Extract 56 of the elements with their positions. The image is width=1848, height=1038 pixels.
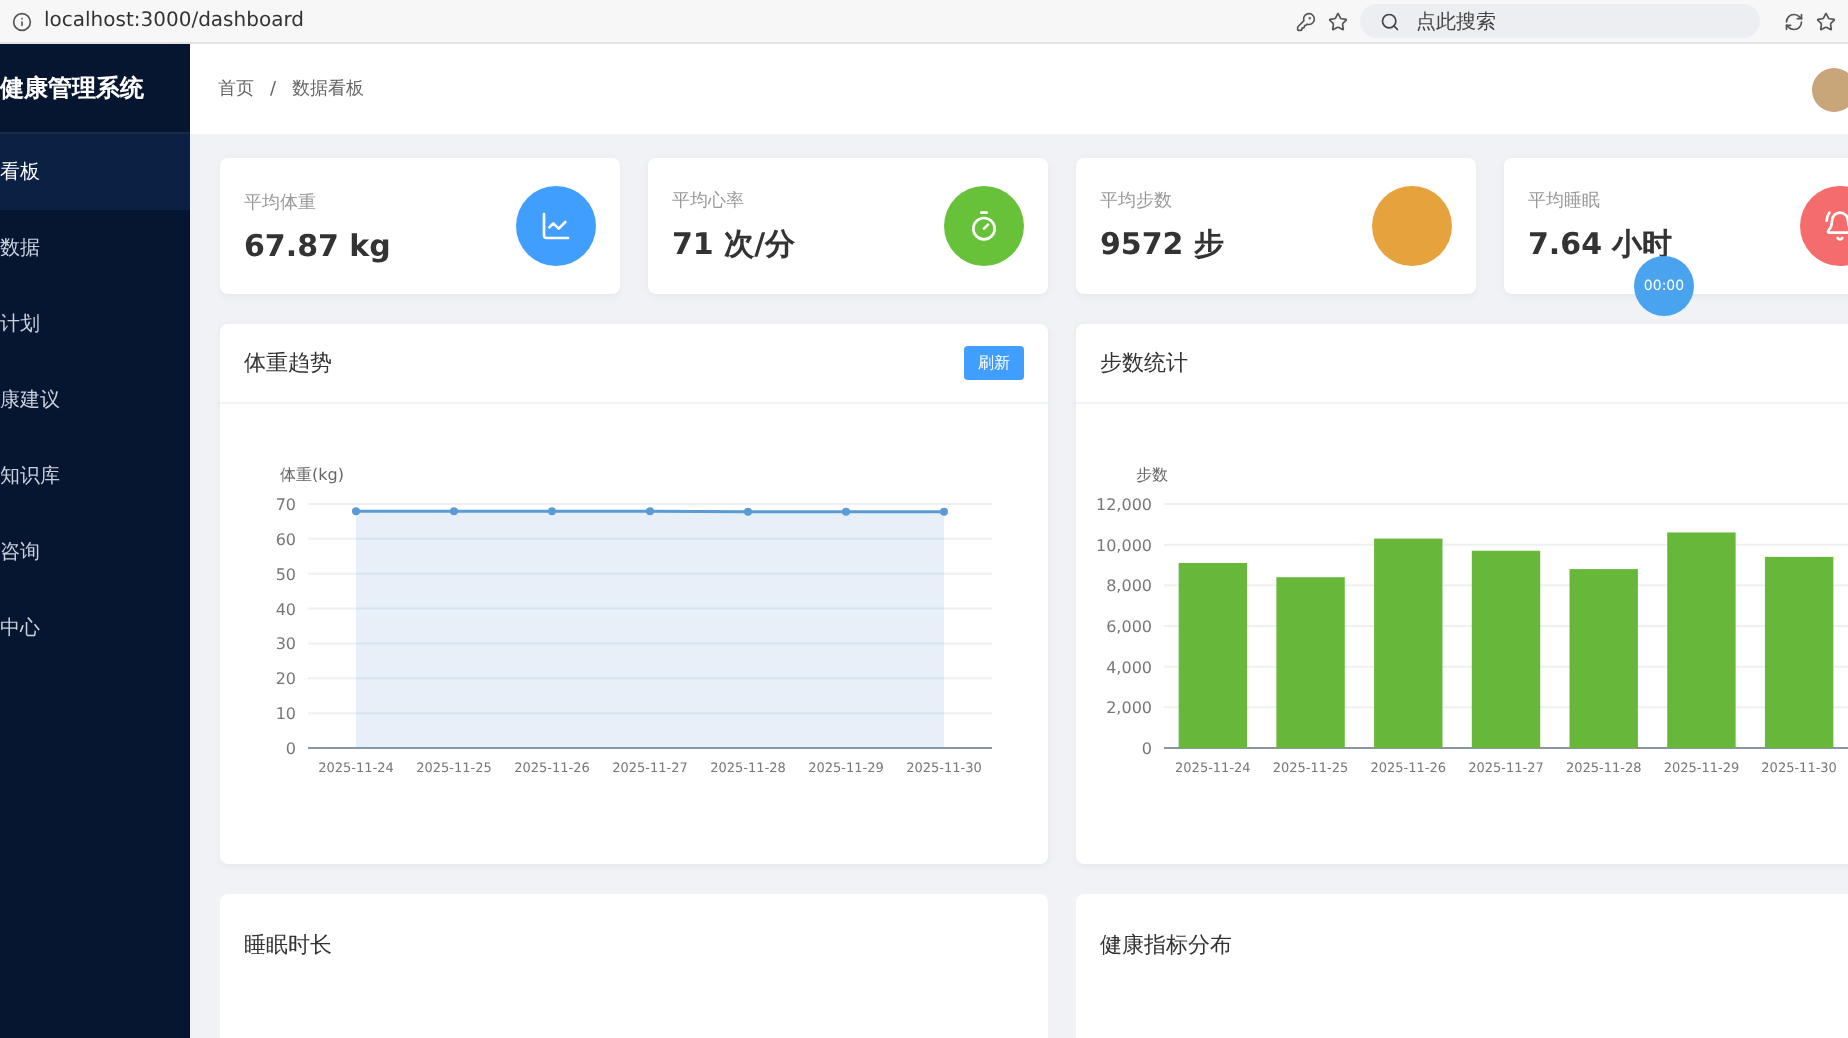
data-point: [940, 507, 948, 516]
sidebar-item[interactable]: 数据: [0, 210, 190, 286]
star-icon[interactable]: [1816, 11, 1836, 31]
y-tick-label: 60: [275, 530, 296, 549]
y-tick-label: 10,000: [1096, 536, 1152, 555]
y-tick-label: 6,000: [1106, 618, 1152, 636]
stat-label: 平均步数: [1100, 189, 1174, 214]
data-point: [352, 507, 360, 516]
y-tick-label: 0: [285, 740, 296, 758]
data-point: [646, 507, 654, 516]
y-axis-label: 步数: [1136, 466, 1168, 484]
y-tick-label: 20: [275, 670, 296, 689]
card-title: 体重趋势: [244, 348, 332, 378]
y-axis-label: 体重(kg): [280, 466, 344, 484]
stat-label: 平均睡眠: [1528, 189, 1602, 214]
stat-value: 9572 步: [1100, 226, 1226, 264]
data-point: [548, 507, 556, 516]
search-icon: [1380, 11, 1400, 31]
stat-label: 平均体重: [244, 191, 318, 215]
breadcrumb-item[interactable]: 首页: [218, 76, 254, 102]
y-tick-label: 50: [275, 565, 296, 584]
search-field[interactable]: 点此搜索: [1360, 4, 1760, 38]
y-tick-label: 2,000: [1106, 699, 1152, 718]
y-tick-label: 12,000: [1096, 496, 1152, 514]
card-title: 步数统计: [1100, 348, 1188, 378]
sidebar-item[interactable]: 看板: [0, 134, 190, 210]
stat-value: 71 次/分: [672, 226, 798, 264]
data-point: [450, 507, 458, 516]
sidebar-item[interactable]: 咨询: [0, 514, 190, 590]
info-icon: [12, 11, 32, 31]
card-title: 健康指标分布: [1100, 932, 1232, 958]
refresh-icon[interactable]: [1784, 11, 1804, 31]
sidebar-item[interactable]: 计划: [0, 286, 190, 362]
breadcrumb-item: 数据看板: [292, 77, 365, 102]
y-tick-label: 70: [275, 496, 296, 514]
key-icon[interactable]: [1296, 11, 1316, 31]
star-icon[interactable]: [1328, 11, 1348, 31]
data-point: [744, 507, 752, 516]
y-tick-label: 0: [1141, 740, 1152, 758]
stat-label: 平均心率: [672, 189, 746, 214]
y-tick-label: 40: [275, 600, 296, 619]
card-title: 睡眠时长: [244, 932, 332, 958]
bell-icon: [1824, 210, 1848, 242]
y-tick-label: 30: [275, 635, 296, 654]
data-point: [842, 507, 850, 516]
sidebar-item[interactable]: 中心: [0, 590, 190, 666]
chart-icon: [540, 210, 572, 242]
y-tick-label: 8,000: [1106, 577, 1152, 596]
y-tick-label: 4,000: [1106, 658, 1152, 677]
stat-value: 67.87 kg: [244, 227, 393, 263]
y-tick-label: 10: [275, 705, 296, 724]
timer-icon: [968, 210, 1000, 242]
breadcrumb-separator: /: [270, 79, 277, 99]
address-bar[interactable]: localhost:3000/dashboard: [44, 10, 1284, 32]
sidebar-item[interactable]: 知识库: [0, 438, 190, 514]
sidebar-item[interactable]: 康建议: [0, 362, 190, 438]
